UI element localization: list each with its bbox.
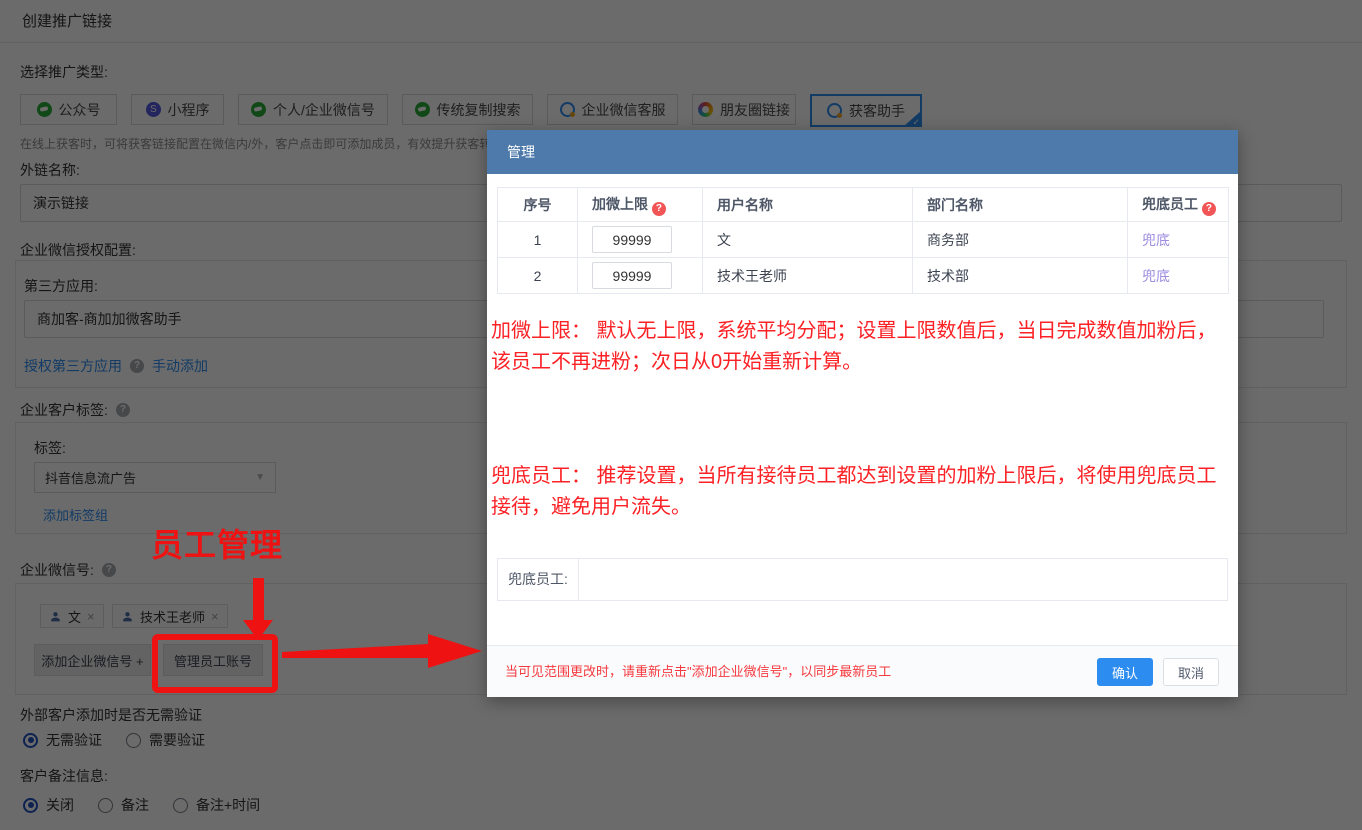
- limit-note-text: 加微上限： 默认无上限，系统平均分配；设置上限数值后，当日完成数值加粉后，该员工…: [491, 316, 1235, 378]
- limit-input[interactable]: [592, 262, 672, 289]
- user-name-cell: 技术王老师: [703, 258, 913, 294]
- col-index: 序号: [498, 188, 578, 222]
- footer-warning-text: 当可见范围更改时，请重新点击"添加企业微信号"，以同步最新员工: [505, 646, 891, 698]
- fallback-note-text: 兜底员工： 推荐设置，当所有接待员工都达到设置的加粉上限后，将使用兜底员工接待，…: [491, 461, 1235, 523]
- table-header-row: 序号 加微上限 ? 用户名称 部门名称 兜底员工 ?: [498, 188, 1229, 222]
- annotation-highlight-box: [152, 634, 278, 693]
- fallback-employee-field: 兜底员工:: [497, 558, 1228, 601]
- col-user: 用户名称: [703, 188, 913, 222]
- table-row: 2 技术王老师 技术部 兜底: [498, 258, 1229, 294]
- dept-name-cell: 技术部: [913, 258, 1128, 294]
- user-name-cell: 文: [703, 222, 913, 258]
- dept-name-cell: 商务部: [913, 222, 1128, 258]
- annotation-employee-management-text: 员工管理: [151, 520, 283, 566]
- col-dept: 部门名称: [913, 188, 1128, 222]
- manage-modal: 管理 序号 加微上限 ? 用户名称 部门名称 兜底员工 ? 1 文 商务部 兜底…: [487, 130, 1238, 697]
- col-fallback: 兜底员工 ?: [1128, 188, 1229, 222]
- annotation-arrow-right-icon: [282, 625, 482, 677]
- table-row: 1 文 商务部 兜底: [498, 222, 1229, 258]
- limit-input[interactable]: [592, 226, 672, 253]
- fallback-employee-label: 兜底员工:: [498, 559, 579, 600]
- fallback-link[interactable]: 兜底: [1142, 268, 1170, 284]
- confirm-button[interactable]: 确认: [1097, 658, 1153, 686]
- annotation-arrow-down-icon: [240, 578, 276, 640]
- help-question-icon[interactable]: ?: [652, 202, 666, 216]
- modal-title: 管理: [507, 130, 535, 174]
- fallback-link[interactable]: 兜底: [1142, 232, 1170, 248]
- fallback-employee-input[interactable]: [579, 559, 1227, 600]
- col-limit: 加微上限 ?: [578, 188, 703, 222]
- modal-header: 管理: [487, 130, 1238, 174]
- cancel-button[interactable]: 取消: [1163, 658, 1219, 686]
- employee-table: 序号 加微上限 ? 用户名称 部门名称 兜底员工 ? 1 文 商务部 兜底 2 …: [497, 187, 1229, 294]
- modal-footer: 当可见范围更改时，请重新点击"添加企业微信号"，以同步最新员工 确认 取消: [487, 645, 1238, 697]
- help-question-icon[interactable]: ?: [1202, 202, 1216, 216]
